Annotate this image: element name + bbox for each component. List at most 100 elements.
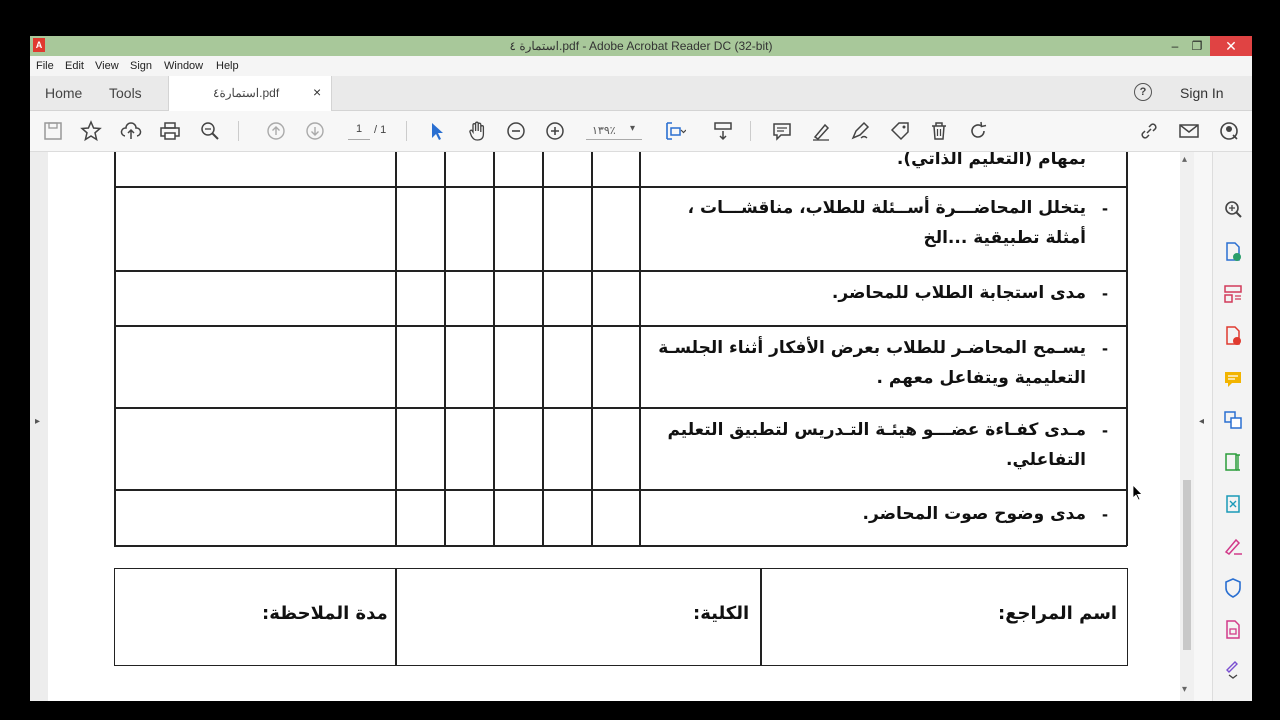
reviewer-name-label: اسم المراجع: (998, 603, 1118, 624)
tab-tools[interactable]: Tools (109, 85, 142, 101)
compress-icon[interactable] (1222, 493, 1244, 515)
close-window-button[interactable]: ✕ (1210, 36, 1252, 56)
hand-icon[interactable] (466, 120, 488, 142)
table-column-divider (760, 568, 762, 666)
table-row-text: بمهام (التعليم الذاتي). (896, 152, 1086, 169)
document-tab-label: استمارة٤.pdf (213, 86, 280, 100)
collapse-right-pane-icon[interactable]: ◂ (1199, 416, 1204, 427)
main-toolbar: 1 / 1 ١٣٩٪ ▾ (30, 111, 1252, 152)
email-icon[interactable] (1178, 120, 1200, 142)
zoom-icon[interactable] (1222, 198, 1244, 220)
tab-home[interactable]: Home (45, 85, 82, 101)
zoom-out-icon[interactable] (505, 120, 527, 142)
tab-document[interactable]: استمارة٤.pdf × (168, 76, 332, 111)
upload-cloud-icon[interactable] (120, 120, 142, 142)
table-column-divider (542, 152, 544, 546)
document-view[interactable]: بمهام (التعليم الذاتي). - يتخلل المحاضــ… (48, 152, 1180, 701)
table-column-divider (395, 568, 397, 666)
expand-left-panel-icon[interactable]: ▸ (35, 416, 40, 427)
table-column-divider (493, 152, 495, 546)
scrollbar-thumb[interactable] (1183, 480, 1191, 650)
fill-sign-icon[interactable] (1222, 535, 1244, 557)
chevron-down-icon: ▾ (630, 123, 636, 134)
stamp-icon[interactable] (889, 120, 911, 142)
help-icon[interactable]: ? (1134, 83, 1152, 101)
select-arrow-icon[interactable] (426, 120, 448, 142)
acrobat-window: A استمارة ٤.pdf - Adobe Acrobat Reader D… (30, 36, 1252, 701)
title-bar: A استمارة ٤.pdf - Adobe Acrobat Reader D… (30, 36, 1252, 56)
scroll-mode-icon[interactable] (712, 120, 734, 142)
close-tab-icon[interactable]: × (313, 84, 321, 100)
table-column-divider (591, 152, 593, 546)
window-title: استمارة ٤.pdf - Adobe Acrobat Reader DC … (509, 39, 773, 53)
zoom-level-select[interactable]: ١٣٩٪ ▾ (586, 123, 642, 140)
draw-icon[interactable] (849, 120, 871, 142)
menu-window[interactable]: Window (164, 60, 203, 72)
left-nav-panel[interactable]: ▸ (30, 152, 48, 701)
maximize-button[interactable]: ❐ (1182, 36, 1212, 56)
toolbar-separator (238, 121, 239, 141)
protect-icon[interactable] (1222, 577, 1244, 599)
comment-icon[interactable] (771, 120, 793, 142)
tab-bar: Home Tools استمارة٤.pdf × ? Sign In (30, 76, 1252, 111)
table-row-text: يتخلل المحاضـــرة أســئلة للطلاب، مناقشـ… (687, 198, 1086, 248)
table-row-text: مدى استجابة الطلاب للمحاضر. (831, 283, 1086, 303)
toolbar-separator (750, 121, 751, 141)
table-border-left (114, 152, 116, 546)
table-row-divider (114, 186, 1127, 188)
right-pane-toggle[interactable]: ◂ (1194, 152, 1212, 701)
table-row-divider (114, 270, 1127, 272)
more-tools-icon[interactable] (1222, 619, 1244, 641)
scroll-up-icon[interactable]: ▴ (1182, 154, 1187, 165)
table-column-divider (444, 152, 446, 546)
list-bullet: - (1102, 198, 1108, 218)
table-row-divider (114, 545, 1127, 547)
list-bullet: - (1102, 283, 1108, 303)
vertical-scrollbar[interactable]: ▴ ▾ (1180, 152, 1194, 701)
create-pdf-icon[interactable] (1222, 325, 1244, 347)
scroll-down-icon[interactable]: ▾ (1182, 684, 1187, 695)
save-icon[interactable] (42, 120, 64, 142)
trash-icon[interactable] (928, 120, 950, 142)
combine-files-icon[interactable] (1222, 409, 1244, 431)
table-row-divider (114, 325, 1127, 327)
share-link-icon[interactable] (1138, 120, 1160, 142)
page-number-input[interactable]: 1 (348, 123, 370, 140)
menu-help[interactable]: Help (216, 60, 239, 72)
highlight-pen-icon[interactable] (810, 120, 832, 142)
zoom-in-icon[interactable] (544, 120, 566, 142)
table-column-divider (395, 152, 397, 546)
table-row-divider (114, 489, 1127, 491)
list-bullet: - (1102, 338, 1108, 358)
menu-view[interactable]: View (95, 60, 119, 72)
fit-page-icon[interactable] (664, 120, 687, 142)
table-row-divider (114, 407, 1127, 409)
bookmark-star-icon[interactable] (80, 120, 102, 142)
menu-sign[interactable]: Sign (130, 60, 152, 72)
right-tools-panel (1212, 152, 1252, 701)
page-down-icon[interactable] (304, 120, 326, 142)
college-label: الكلية: (693, 603, 750, 624)
rotate-icon[interactable] (967, 120, 989, 142)
menu-edit[interactable]: Edit (65, 60, 84, 72)
print-icon[interactable] (159, 120, 181, 142)
list-bullet: - (1102, 504, 1108, 524)
toolbar-separator (406, 121, 407, 141)
menu-file[interactable]: File (36, 60, 54, 72)
page-total: / 1 (374, 124, 387, 136)
edit-pdf-icon[interactable] (1222, 451, 1244, 473)
comment-icon[interactable] (1222, 368, 1244, 390)
menu-bar: File Edit View Sign Window Help (30, 56, 1252, 76)
observation-duration-label: مدة الملاحظة: (262, 603, 388, 624)
sign-in-button[interactable]: Sign In (1180, 85, 1224, 101)
zoom-search-icon[interactable] (199, 120, 221, 142)
account-icon[interactable] (1218, 120, 1240, 142)
sign-icon[interactable] (1222, 658, 1244, 680)
organize-pages-icon[interactable] (1222, 283, 1244, 305)
list-bullet: - (1102, 420, 1108, 440)
zoom-value: ١٣٩٪ (592, 125, 616, 137)
export-pdf-icon[interactable] (1222, 241, 1244, 263)
table-row-text: يسـمح المحاضـر للطلاب بعرض الأفكار أثناء… (658, 338, 1086, 388)
page-up-icon[interactable] (265, 120, 287, 142)
table-column-divider (639, 152, 641, 546)
